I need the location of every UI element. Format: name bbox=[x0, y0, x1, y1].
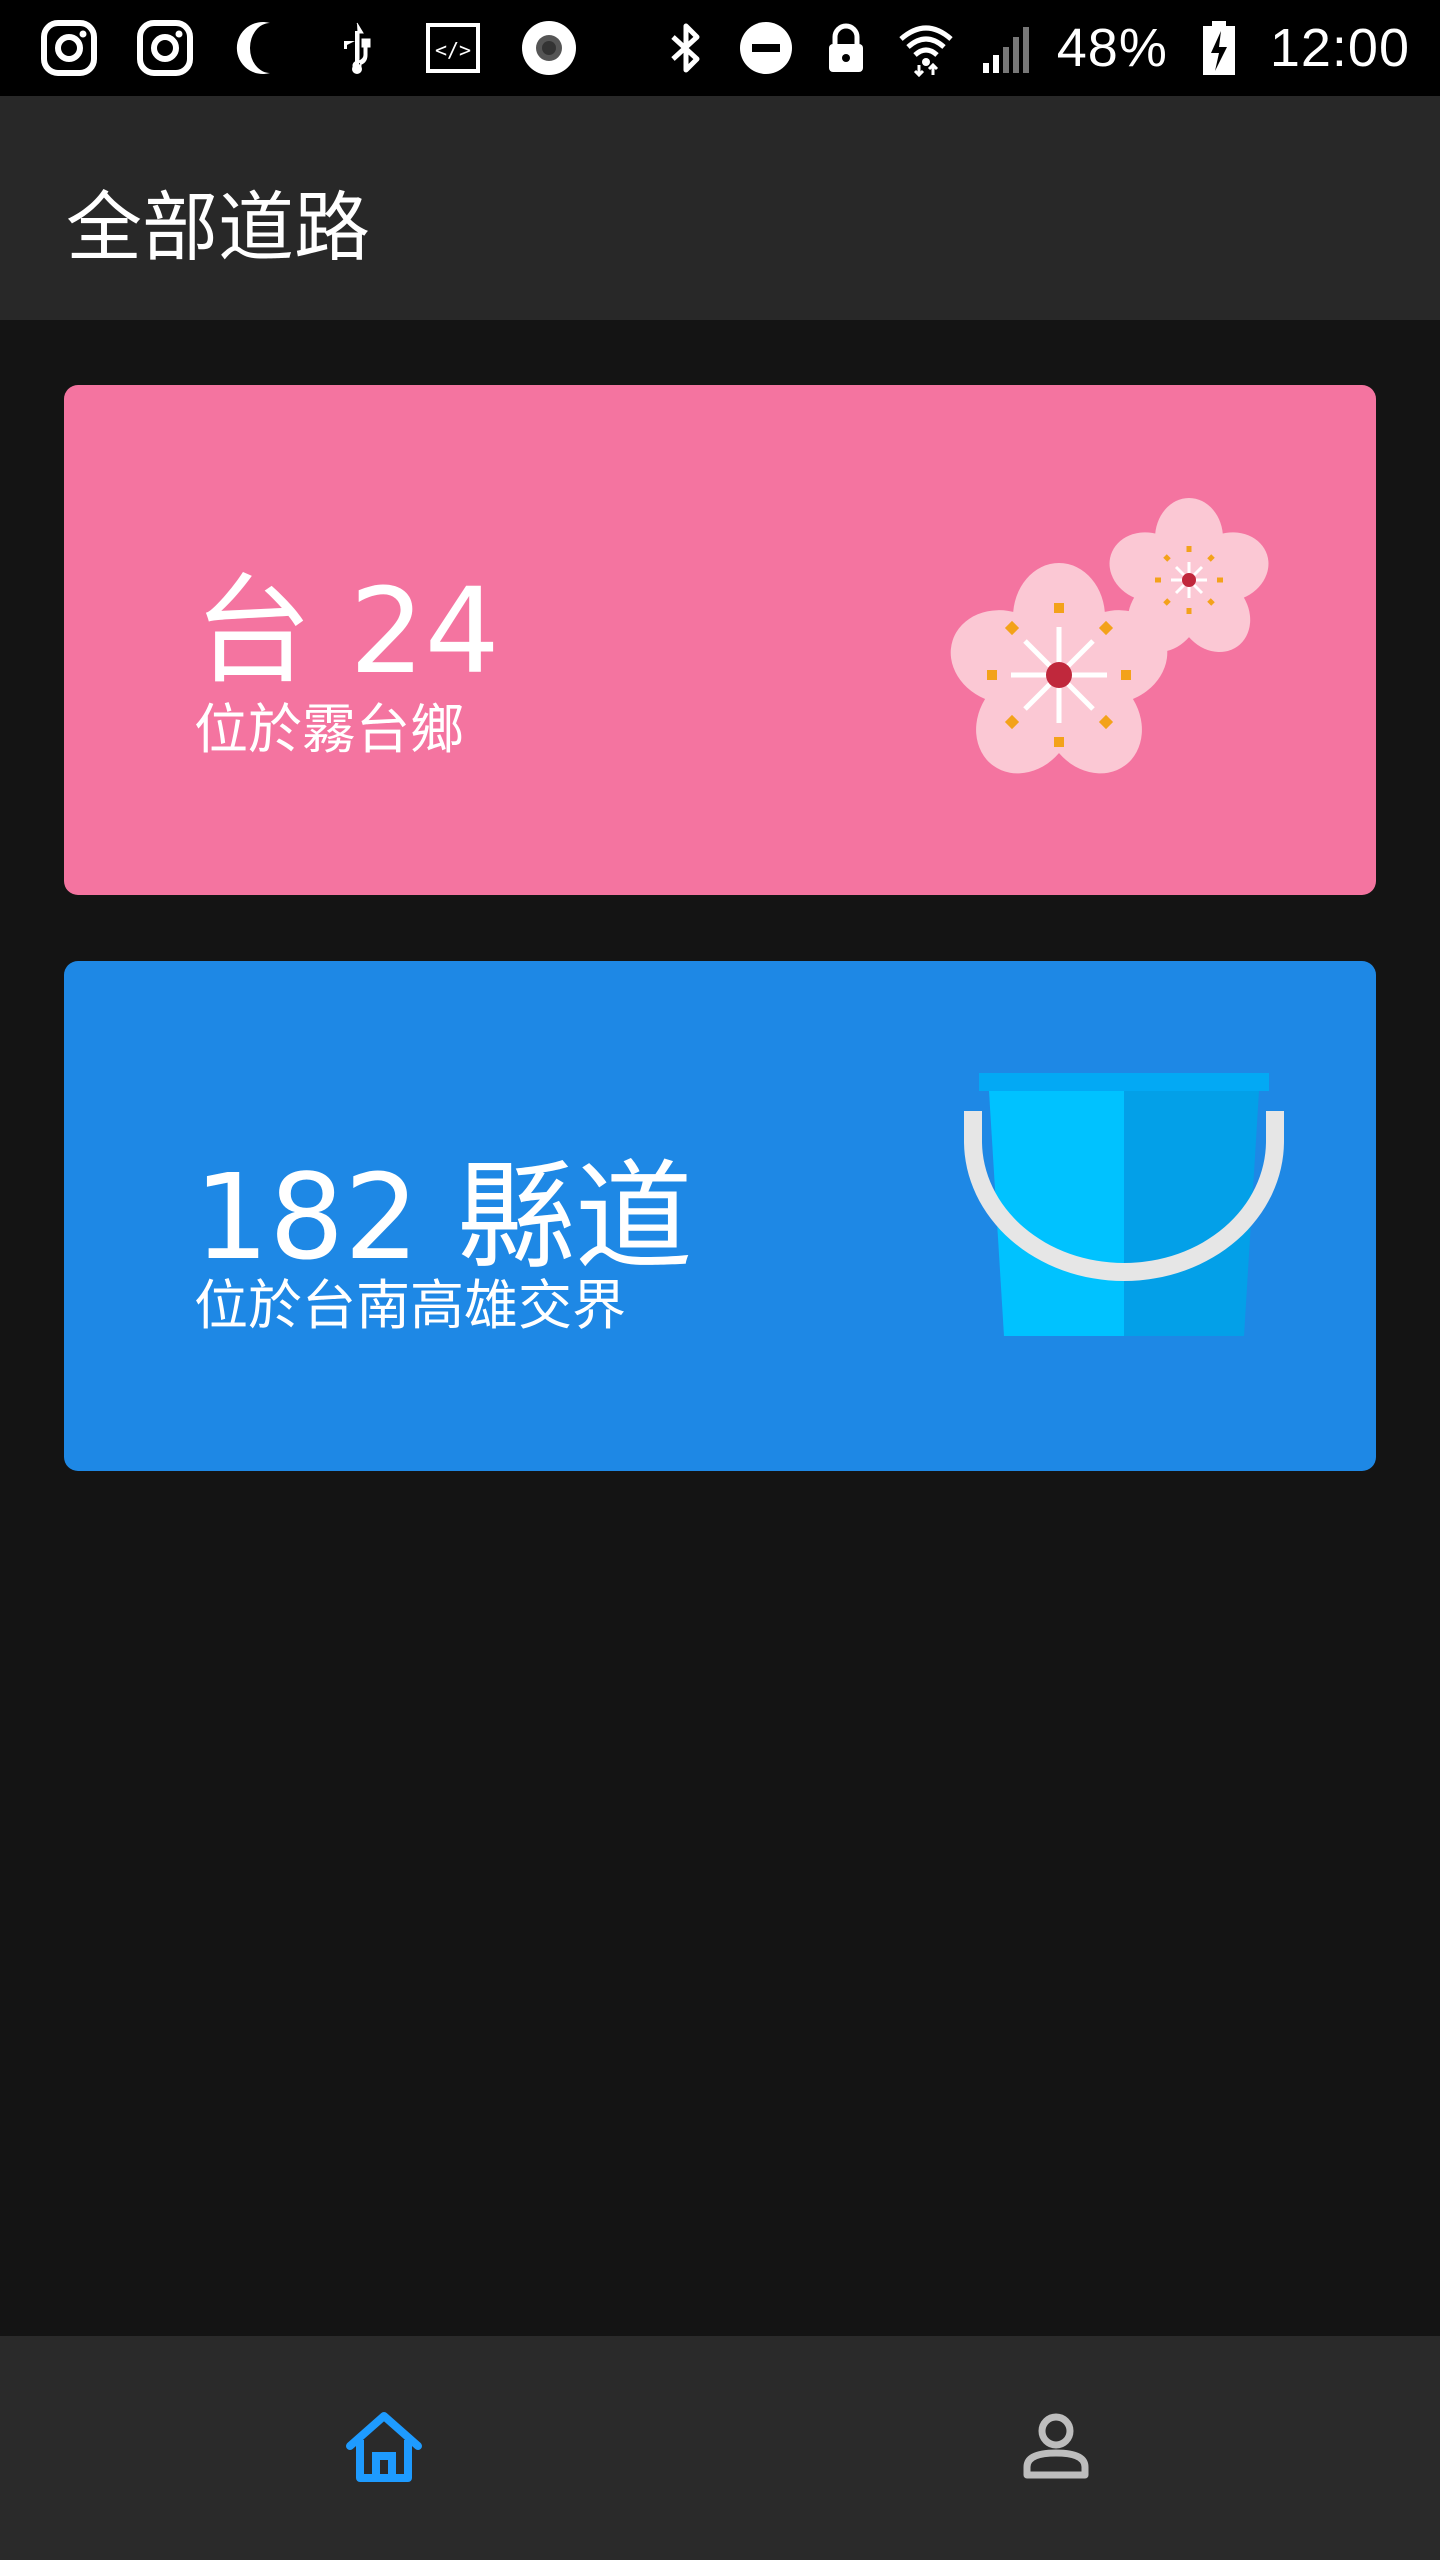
person-icon bbox=[1021, 2411, 1091, 2485]
developer-code-icon: </> bbox=[424, 19, 482, 77]
lock-icon bbox=[817, 19, 875, 77]
status-bar-right: 48% 12:00 bbox=[657, 0, 1410, 96]
cherry-blossom-icon bbox=[944, 465, 1304, 795]
road-card-tai-24[interactable]: 台 24 位於霧台鄉 bbox=[64, 385, 1376, 895]
record-icon bbox=[520, 19, 578, 77]
battery-charging-icon bbox=[1190, 19, 1248, 77]
status-bar-left: </> bbox=[40, 0, 578, 96]
battery-percent: 48% bbox=[1056, 18, 1168, 78]
do-not-disturb-moon-icon bbox=[232, 19, 290, 77]
bucket-icon bbox=[954, 1071, 1314, 1361]
page-title: 全部道路 bbox=[66, 183, 370, 272]
instagram-icon bbox=[136, 19, 194, 77]
bottom-navigation bbox=[0, 2336, 1440, 2560]
road-card-subtitle: 位於霧台鄉 bbox=[194, 698, 464, 761]
status-bar: </> 48% 12:00 bbox=[0, 0, 1440, 96]
road-card-subtitle: 位於台南高雄交界 bbox=[194, 1274, 626, 1337]
nav-home-button[interactable] bbox=[0, 2336, 768, 2560]
wifi-icon bbox=[897, 19, 955, 77]
svg-text:</>: </> bbox=[435, 38, 471, 62]
road-card-182[interactable]: 182 縣道 位於台南高雄交界 bbox=[64, 961, 1376, 1471]
app-bar: 全部道路 bbox=[0, 96, 1440, 320]
nav-profile-button[interactable] bbox=[672, 2336, 1440, 2560]
cell-signal-icon bbox=[977, 19, 1035, 77]
usb-icon bbox=[328, 19, 386, 77]
minus-circle-icon bbox=[737, 19, 795, 77]
instagram-icon bbox=[40, 19, 98, 77]
home-icon bbox=[344, 2410, 424, 2486]
bluetooth-icon bbox=[657, 19, 715, 77]
clock: 12:00 bbox=[1269, 18, 1410, 78]
road-card-title: 台 24 bbox=[194, 562, 500, 700]
